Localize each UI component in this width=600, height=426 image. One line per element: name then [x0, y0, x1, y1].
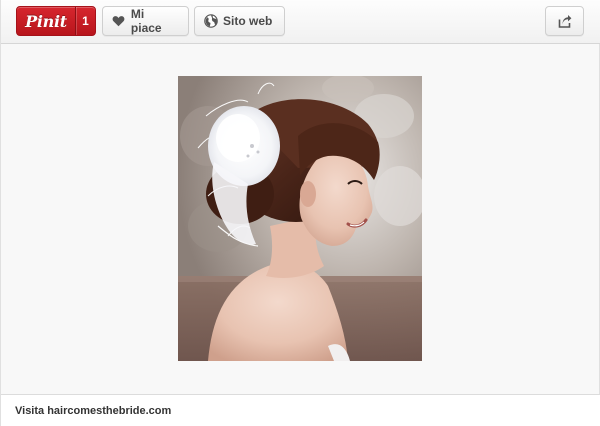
- pinit-button[interactable]: Pinit 1: [16, 6, 96, 36]
- pinit-count: 1: [82, 14, 89, 28]
- globe-icon: [204, 14, 218, 28]
- share-button[interactable]: [545, 6, 584, 36]
- pin-image[interactable]: [178, 76, 422, 361]
- heart-icon: [112, 14, 126, 28]
- like-button[interactable]: Mi piace: [102, 6, 189, 36]
- website-button[interactable]: Sito web: [194, 6, 285, 36]
- visit-source-link[interactable]: Visita haircomesthebride.com: [15, 405, 171, 417]
- pin-widget: Pinit 1 Mi piace Sito web Visita haircom…: [0, 0, 600, 426]
- pin-footer: Visita haircomesthebride.com: [1, 394, 600, 426]
- pinit-label: Pinit: [25, 11, 67, 31]
- website-label: Sito web: [223, 14, 273, 28]
- like-label: Mi piace: [130, 7, 162, 35]
- share-icon: [558, 14, 572, 28]
- toolbar: Pinit 1 Mi piace Sito web: [1, 0, 600, 44]
